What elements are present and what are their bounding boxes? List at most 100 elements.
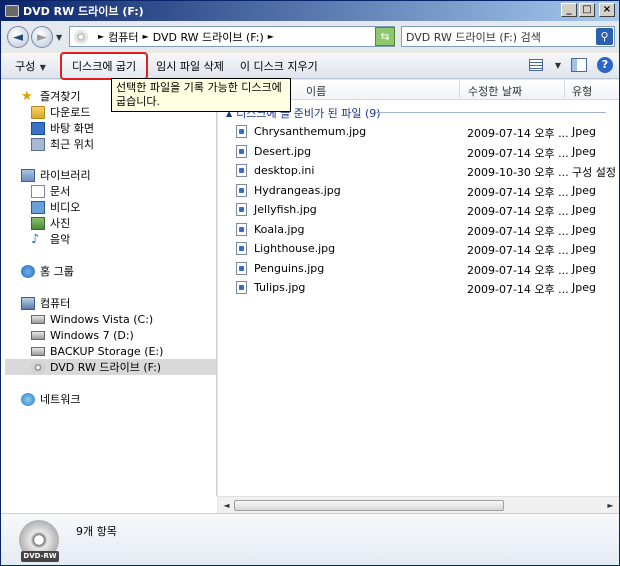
horizontal-scrollbar[interactable]: ◄ ► — [218, 496, 619, 513]
music-icon: ♪ — [31, 231, 40, 247]
file-row[interactable]: Penguins.jpg 2009-07-14 오후 ... Jpeg — [218, 259, 619, 278]
nav-label: 사진 — [50, 217, 71, 230]
chevron-down-icon: ▼ — [37, 62, 46, 72]
file-row[interactable]: Chrysanthemum.jpg 2009-07-14 오후 ... Jpeg — [218, 122, 619, 141]
nav-label: 컴퓨터 — [40, 297, 71, 310]
chevron-down-icon[interactable]: ▼ — [555, 61, 561, 70]
breadcrumb-computer[interactable]: 컴퓨터 — [108, 29, 138, 45]
nav-drive-f[interactable]: DVD RW 드라이브 (F:) — [5, 359, 216, 375]
file-row[interactable]: Lighthouse.jpg 2009-07-14 오후 ... Jpeg — [218, 239, 619, 258]
nav-libraries[interactable]: 라이브러리 — [21, 167, 91, 183]
file-row[interactable]: Jellyfish.jpg 2009-07-14 오후 ... Jpeg — [218, 200, 619, 219]
preview-pane-icon[interactable] — [571, 58, 587, 72]
nav-label: 홈 그룹 — [40, 265, 74, 278]
minimize-button[interactable]: _ — [561, 3, 577, 17]
column-type[interactable]: 유형 — [572, 83, 592, 99]
help-icon[interactable]: ? — [597, 57, 613, 73]
nav-drive-c[interactable]: Windows Vista (C:) — [31, 311, 153, 327]
refresh-button[interactable]: ⇆ — [375, 27, 395, 46]
delete-temp-files-button[interactable]: 임시 파일 삭제 — [148, 55, 232, 77]
scroll-right-icon[interactable]: ► — [604, 499, 617, 512]
close-button[interactable]: × — [599, 3, 615, 17]
nav-drive-d[interactable]: Windows 7 (D:) — [31, 327, 134, 343]
picture-icon — [31, 216, 45, 230]
item-count: 9개 항목 — [76, 525, 117, 538]
nav-pictures[interactable]: 사진 — [31, 215, 70, 231]
file-type: Jpeg — [572, 242, 596, 255]
nav-homegroup[interactable]: 홈 그룹 — [21, 263, 74, 279]
nav-label: 다운로드 — [50, 106, 91, 119]
nav-drive-e[interactable]: BACKUP Storage (E:) — [31, 343, 163, 359]
disc-icon — [74, 29, 88, 44]
explorer-window: DVD RW 드라이브 (F:) _ □ × ◄ ► ▼ ► 컴퓨터 ► DVD… — [0, 0, 620, 566]
file-type: Jpeg — [572, 281, 596, 294]
nav-label: 즐겨찾기 — [40, 90, 81, 103]
forward-button[interactable]: ► — [31, 26, 53, 48]
homegroup-icon — [21, 264, 35, 278]
maximize-button[interactable]: □ — [579, 3, 595, 17]
command-bar: 구성 ▼ 디스크에 굽기 임시 파일 삭제 이 디스크 지우기 ▼ ? — [1, 51, 619, 80]
file-date: 2009-07-14 오후 ... — [467, 186, 569, 199]
erase-disc-button[interactable]: 이 디스크 지우기 — [232, 55, 326, 77]
column-divider[interactable] — [459, 80, 460, 100]
column-modified[interactable]: 수정한 날짜 — [468, 83, 522, 99]
breadcrumb-separator-icon[interactable]: ► — [143, 32, 149, 41]
search-input[interactable]: DVD RW 드라이브 (F:) 검색 ⚲ — [401, 26, 615, 47]
computer-icon — [21, 296, 35, 310]
file-name: Tulips.jpg — [254, 281, 306, 294]
nav-downloads[interactable]: 다운로드 — [31, 104, 90, 120]
title-bar[interactable]: DVD RW 드라이브 (F:) _ □ × — [1, 1, 619, 21]
breadcrumb-separator-icon[interactable]: ► — [98, 32, 104, 41]
file-type: Jpeg — [572, 125, 596, 138]
file-row[interactable]: Koala.jpg 2009-07-14 오후 ... Jpeg — [218, 220, 619, 239]
folder-icon — [31, 105, 45, 119]
file-row[interactable]: desktop.ini 2009-10-30 오후 ... 구성 설정 — [218, 161, 619, 180]
hard-drive-icon — [31, 346, 45, 356]
column-divider[interactable] — [564, 80, 565, 100]
file-type: Jpeg — [572, 262, 596, 275]
recent-pages-dropdown-icon[interactable]: ▼ — [56, 33, 62, 42]
nav-label: Windows Vista (C:) — [50, 312, 154, 326]
nav-label: 음악 — [50, 233, 71, 246]
file-type: Jpeg — [572, 203, 596, 216]
address-bar[interactable]: ► 컴퓨터 ► DVD RW 드라이브 (F:) ► ▼ — [69, 26, 395, 47]
nav-pane-bottom — [1, 496, 217, 513]
burn-pending-file-icon — [236, 223, 247, 236]
nav-recent[interactable]: 최근 위치 — [31, 136, 94, 152]
nav-music[interactable]: ♪ 음악 — [31, 231, 70, 247]
file-row[interactable]: Tulips.jpg 2009-07-14 오후 ... Jpeg — [218, 278, 619, 297]
navigation-pane: ★ 즐겨찾기 다운로드 바탕 화면 최근 위치 라이브러리 문서 비디오 사진 ♪… — [1, 80, 217, 512]
organize-button[interactable]: 구성 ▼ — [1, 55, 54, 77]
file-row[interactable]: Desert.jpg 2009-07-14 오후 ... Jpeg — [218, 142, 619, 161]
breadcrumb-separator-icon[interactable]: ► — [268, 32, 274, 41]
column-name[interactable]: 이름 — [306, 83, 326, 99]
dvd-rw-label: DVD-RW — [21, 551, 59, 562]
nav-computer[interactable]: 컴퓨터 — [21, 295, 70, 311]
hard-drive-icon — [31, 314, 45, 324]
nav-desktop[interactable]: 바탕 화면 — [31, 120, 94, 136]
scroll-left-icon[interactable]: ◄ — [220, 499, 233, 512]
nav-videos[interactable]: 비디오 — [31, 199, 80, 215]
library-icon — [21, 168, 35, 182]
nav-documents[interactable]: 문서 — [31, 183, 70, 199]
window-controls: _ □ × — [561, 3, 615, 17]
back-button[interactable]: ◄ — [7, 26, 29, 48]
burn-pending-file-icon — [236, 164, 247, 177]
file-name: desktop.ini — [254, 164, 315, 177]
desktop-icon — [31, 121, 45, 135]
burn-pending-file-icon — [236, 184, 247, 197]
file-row[interactable]: Hydrangeas.jpg 2009-07-14 오후 ... Jpeg — [218, 181, 619, 200]
burn-to-disc-button[interactable]: 디스크에 굽기 — [59, 51, 149, 80]
nav-network[interactable]: 네트워크 — [21, 391, 80, 407]
file-name: Chrysanthemum.jpg — [254, 125, 367, 138]
file-name: Penguins.jpg — [254, 262, 325, 275]
nav-label: 비디오 — [50, 201, 81, 214]
scroll-thumb[interactable] — [234, 500, 504, 511]
search-icon[interactable]: ⚲ — [596, 28, 613, 45]
nav-favorites[interactable]: ★ 즐겨찾기 — [21, 88, 80, 104]
breadcrumb-dvd-drive[interactable]: DVD RW 드라이브 (F:) — [153, 29, 264, 45]
file-list: 이름 수정한 날짜 유형 ▲ 디스크에 쓸 준비가 된 파일 (9) Chrys… — [218, 80, 619, 496]
view-options-icon[interactable] — [528, 59, 543, 71]
file-name: Koala.jpg — [254, 223, 305, 236]
view-controls: ▼ ? — [528, 57, 613, 73]
